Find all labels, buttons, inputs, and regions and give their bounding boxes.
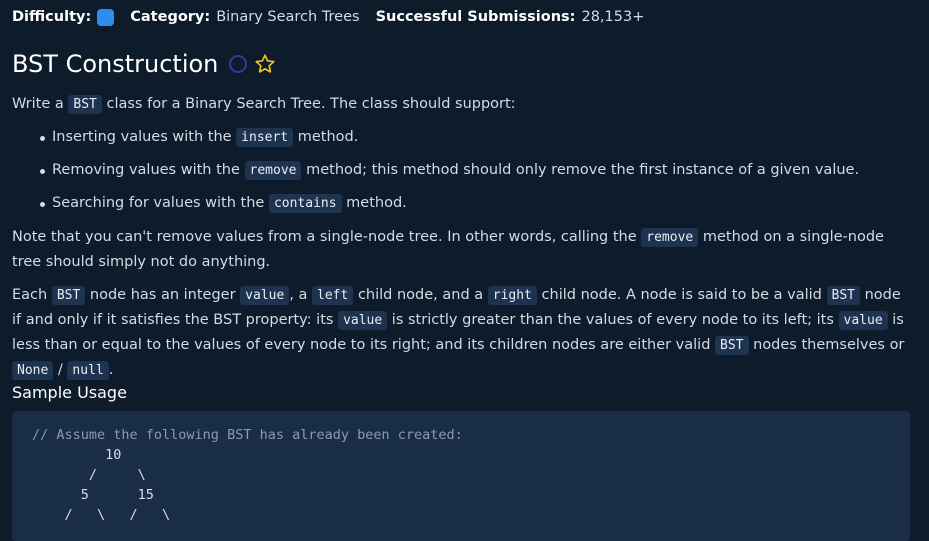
code-line: 10 — [32, 447, 122, 463]
inline-code: remove — [641, 228, 699, 247]
inline-code: insert — [236, 128, 294, 147]
code-comment: // Assume the following BST has already … — [32, 427, 463, 443]
code-line: / \ / \ — [32, 507, 171, 523]
title-row: BST Construction — [12, 46, 276, 82]
list-item: Inserting values with the insert method. — [12, 125, 358, 150]
submissions-label: Successful Submissions: — [375, 9, 576, 25]
category-value: Binary Search Trees — [216, 9, 360, 25]
inline-code: right — [487, 286, 537, 305]
difficulty-indicator-icon — [97, 8, 115, 26]
description-intro: Write a BST class for a Binary Search Tr… — [12, 95, 516, 114]
inline-code: left — [312, 286, 354, 305]
inline-code: value — [338, 311, 388, 330]
star-icon[interactable] — [254, 53, 276, 75]
submissions-value: 28,153+ — [581, 9, 645, 25]
inline-code: contains — [268, 194, 342, 213]
code-line: 5 15 — [32, 487, 154, 503]
inline-code: BST — [826, 286, 860, 305]
inline-code: BST — [715, 336, 749, 355]
sample-usage-heading: Sample Usage — [12, 383, 127, 402]
problem-meta-bar: Difficulty: Category: Binary Search Tree… — [12, 7, 644, 27]
description-bst-property: Each BST node has an integer value, a le… — [12, 286, 905, 380]
inline-code: remove — [244, 161, 302, 180]
description-note: Note that you can't remove values from a… — [12, 228, 884, 270]
completion-circle-icon[interactable] — [229, 55, 248, 73]
inline-code: null — [67, 361, 109, 380]
code-line: / \ — [32, 467, 146, 483]
list-item: Removing values with the remove method; … — [12, 158, 859, 183]
inline-code: BST — [51, 286, 86, 305]
category-label: Category: — [130, 9, 211, 25]
inline-code: value — [838, 311, 888, 330]
inline-code: BST — [68, 95, 102, 114]
list-item: Searching for values with the contains m… — [12, 191, 407, 216]
difficulty-label: Difficulty: — [12, 9, 92, 25]
sample-code-block: // Assume the following BST has already … — [12, 411, 910, 541]
page-title: BST Construction — [12, 50, 219, 78]
inline-code: None — [12, 361, 54, 380]
inline-code: value — [240, 286, 290, 305]
